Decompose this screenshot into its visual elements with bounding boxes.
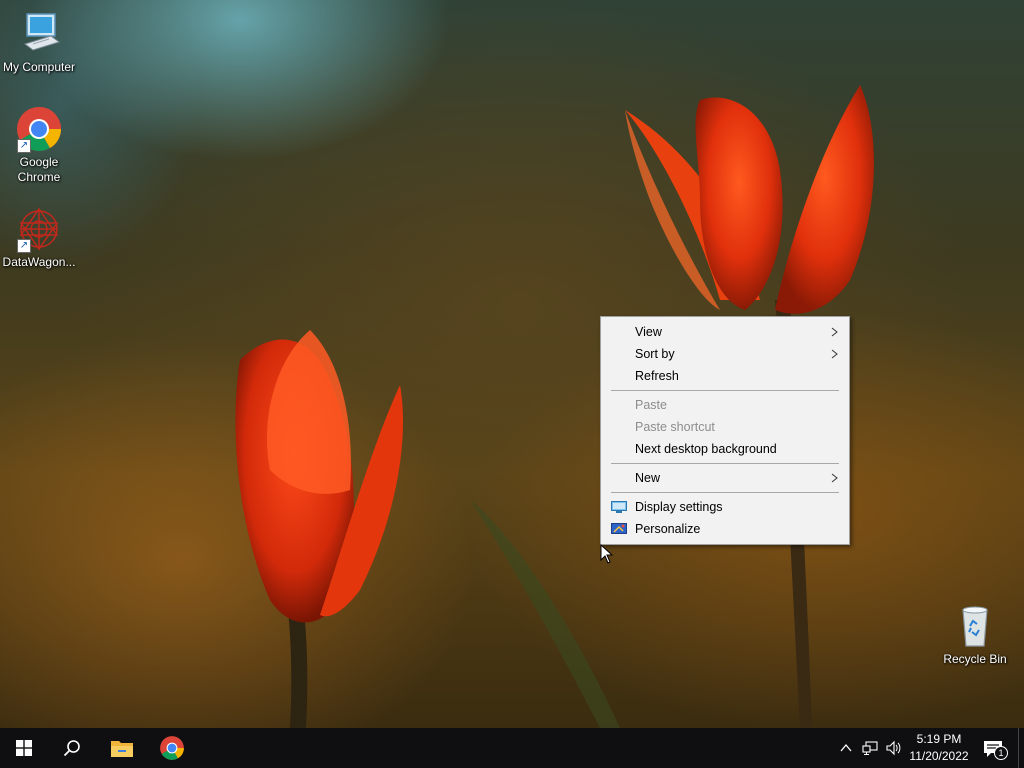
menu-item-label: Personalize <box>635 522 701 536</box>
search-button[interactable] <box>48 728 96 768</box>
desktop-icon-label: My Computer <box>2 60 76 74</box>
menu-item-paste-shortcut[interactable]: Paste shortcut <box>601 416 849 438</box>
shortcut-arrow-icon: ↗ <box>17 239 31 253</box>
menu-item-label: Refresh <box>635 369 679 383</box>
file-explorer-button[interactable] <box>98 728 146 768</box>
menu-item-label: Paste <box>635 398 667 412</box>
taskbar: 5:19 PM 11/20/2022 1 <box>0 728 1024 768</box>
show-desktop-button[interactable] <box>1018 728 1024 768</box>
clock-date: 11/20/2022 <box>909 749 969 763</box>
recycle-bin-icon <box>951 602 999 650</box>
menu-item-refresh[interactable]: Refresh <box>601 365 849 387</box>
desktop-context-menu: View Sort by Refresh Paste Paste shortcu… <box>600 316 850 545</box>
windows-start-icon <box>16 740 32 756</box>
desktop-wallpaper[interactable] <box>0 0 1024 728</box>
menu-item-view[interactable]: View <box>601 321 849 343</box>
menu-item-label: Sort by <box>635 347 675 361</box>
menu-separator <box>611 390 839 391</box>
menu-item-personalize[interactable]: Personalize <box>601 518 849 540</box>
computer-icon <box>15 10 63 58</box>
chevron-right-icon <box>831 327 838 337</box>
menu-item-display-settings[interactable]: Display settings <box>601 496 849 518</box>
chrome-icon: ↗ <box>15 105 63 153</box>
menu-item-sort-by[interactable]: Sort by <box>601 343 849 365</box>
chrome-taskbar-button[interactable] <box>148 728 196 768</box>
menu-separator <box>611 463 839 464</box>
datawagon-icon: ↗ <box>15 205 63 253</box>
tulip-artwork <box>235 85 874 728</box>
display-settings-icon <box>611 501 627 513</box>
network-icon[interactable] <box>862 740 878 756</box>
menu-item-label: Next desktop background <box>635 442 777 456</box>
mouse-cursor-icon <box>600 544 614 564</box>
chevron-right-icon <box>831 473 838 483</box>
chevron-right-icon <box>831 349 838 359</box>
menu-item-paste[interactable]: Paste <box>601 394 849 416</box>
chevron-up-icon[interactable] <box>838 740 854 756</box>
desktop-icon-label: Google Chrome <box>17 155 61 184</box>
taskbar-clock[interactable]: 5:19 PM 11/20/2022 <box>900 731 978 765</box>
chrome-icon <box>160 736 184 760</box>
desktop-icon-label: Recycle Bin <box>943 652 1007 666</box>
search-icon <box>63 740 80 757</box>
clock-time: 5:19 PM <box>916 732 962 746</box>
shortcut-arrow-icon: ↗ <box>17 139 31 153</box>
desktop-icon-datawagon[interactable]: ↗ DataWagon... <box>0 205 78 270</box>
start-button[interactable] <box>0 728 48 768</box>
desktop-icon-my-computer[interactable]: My Computer <box>0 10 78 75</box>
file-explorer-icon <box>111 741 133 757</box>
menu-item-label: Paste shortcut <box>635 420 715 434</box>
menu-separator <box>611 492 839 493</box>
menu-item-new[interactable]: New <box>601 467 849 489</box>
menu-item-label: Display settings <box>635 500 723 514</box>
menu-item-next-desktop-background[interactable]: Next desktop background <box>601 438 849 460</box>
notification-count-badge: 1 <box>994 746 1008 760</box>
desktop-icon-recycle-bin[interactable]: Recycle Bin <box>936 602 1014 667</box>
desktop-icon-google-chrome[interactable]: ↗ Google Chrome <box>0 105 78 185</box>
menu-item-label: View <box>635 325 662 339</box>
menu-item-label: New <box>635 471 661 485</box>
personalize-icon <box>611 523 627 534</box>
desktop-icon-label: DataWagon... <box>2 255 76 269</box>
